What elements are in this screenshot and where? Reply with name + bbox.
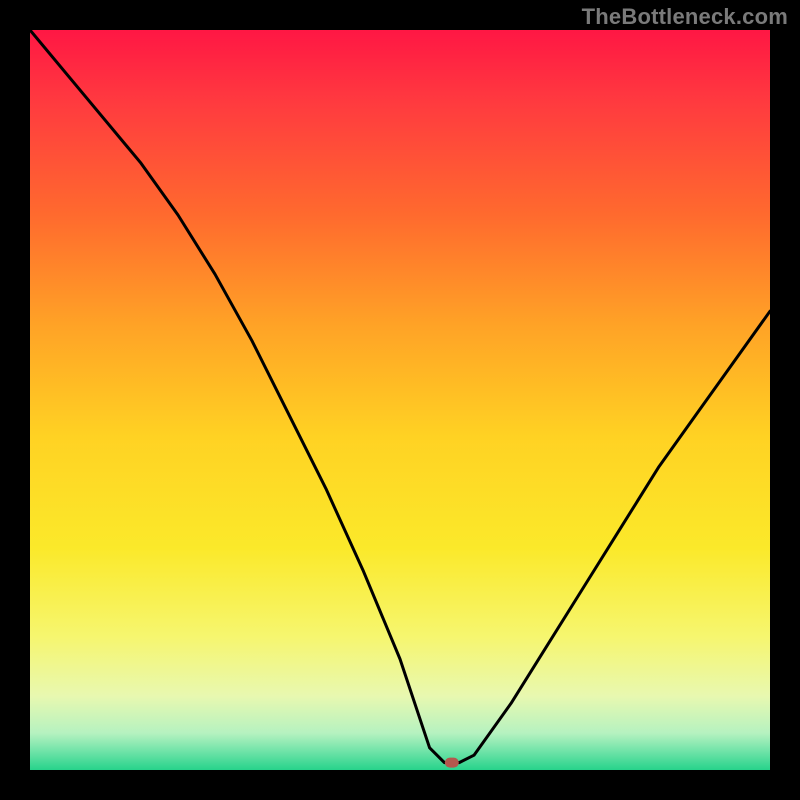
chart-container: TheBottleneck.com bbox=[0, 0, 800, 800]
optimum-band bbox=[30, 748, 770, 770]
plot-area bbox=[30, 30, 770, 770]
optimum-marker bbox=[445, 758, 459, 768]
watermark-label: TheBottleneck.com bbox=[582, 4, 788, 30]
chart-svg bbox=[30, 30, 770, 770]
